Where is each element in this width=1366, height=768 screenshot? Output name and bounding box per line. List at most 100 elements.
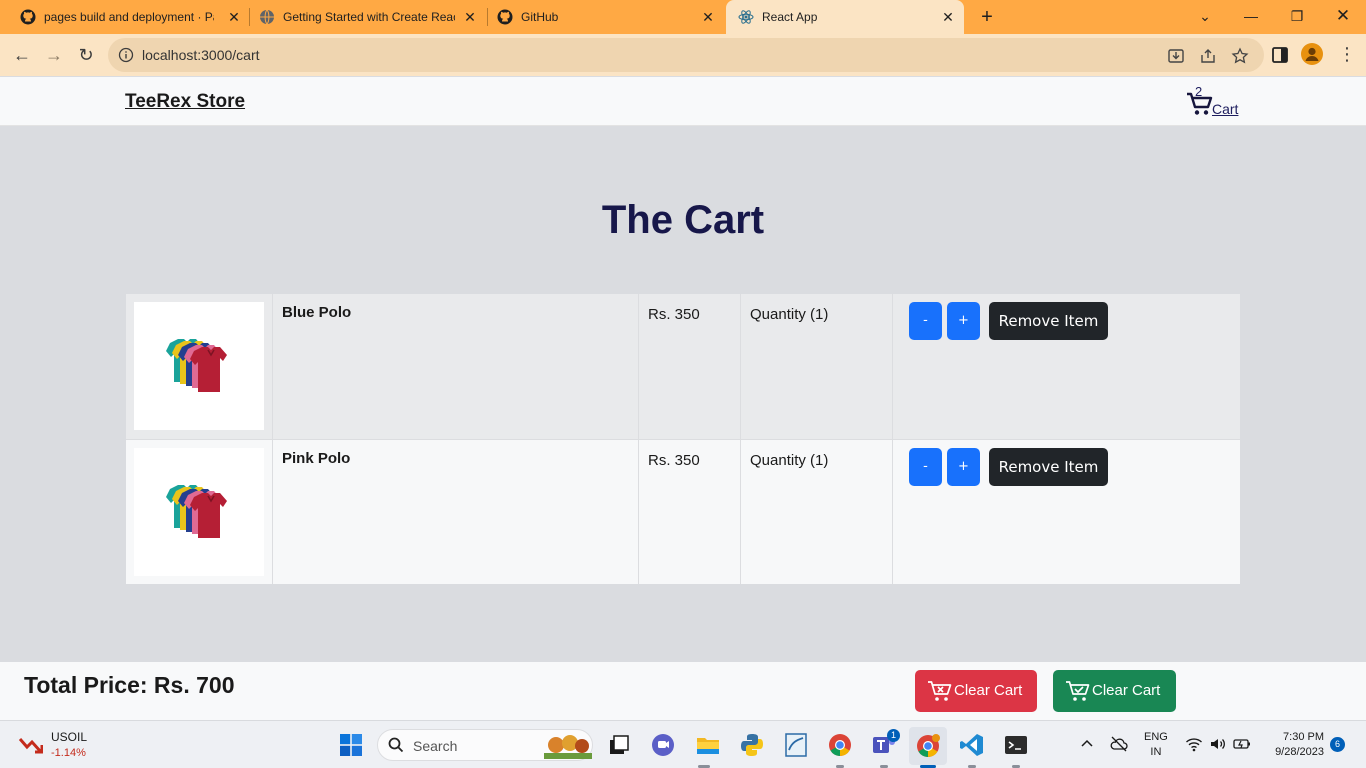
reload-icon[interactable]: ↻ xyxy=(74,43,98,67)
side-panel-icon[interactable] xyxy=(1270,45,1290,65)
terminal-icon[interactable] xyxy=(1003,732,1029,758)
tab-title: GitHub xyxy=(521,10,559,24)
cloud-offline-icon[interactable] xyxy=(1110,735,1128,753)
region-code: IN xyxy=(1150,746,1162,758)
polo-shirts-image xyxy=(166,484,227,538)
vscode-icon[interactable] xyxy=(959,732,985,758)
battery-icon[interactable] xyxy=(1233,735,1251,753)
tab-react-app[interactable]: React App ✕ xyxy=(726,0,964,34)
browser-tab-bar: pages build and deployment · Pages ✕ Get… xyxy=(0,0,1366,34)
cart-label: Cart xyxy=(1212,101,1239,117)
table-row: Pink Polo Rs. 350 Quantity (1) - + Remove … xyxy=(126,439,1240,584)
tab-github[interactable]: GitHub ✕ xyxy=(488,0,724,34)
person-icon xyxy=(1305,47,1319,61)
github-icon xyxy=(20,9,36,25)
bookmark-star-icon[interactable] xyxy=(1231,47,1249,65)
close-tab-icon[interactable]: ✕ xyxy=(700,9,716,25)
cart-icon xyxy=(1187,92,1213,115)
chrome-profile-icon xyxy=(917,734,940,757)
browser-menu-icon[interactable]: ⋮ xyxy=(1338,43,1356,67)
actions-cell: - + Remove Item xyxy=(893,439,1241,584)
checkout-label: Clear Cart xyxy=(1092,682,1161,699)
profile-avatar[interactable] xyxy=(1301,43,1323,65)
forward-arrow-icon[interactable]: → xyxy=(42,43,66,67)
windows-start-icon[interactable] xyxy=(340,734,362,756)
search-placeholder: Search xyxy=(413,738,458,754)
react-icon xyxy=(738,10,754,24)
site-navbar: TeeRex Store 2 Cart xyxy=(0,77,1366,126)
increment-button[interactable]: + xyxy=(947,302,980,340)
back-arrow-icon[interactable]: ← xyxy=(10,43,34,67)
new-tab-button[interactable]: + xyxy=(976,6,998,28)
tab-getting-started[interactable]: Getting Started with Create React App ✕ xyxy=(250,0,486,34)
decrement-button[interactable]: - xyxy=(909,447,942,486)
address-bar[interactable]: localhost:3000/cart xyxy=(108,38,1264,72)
python-icon[interactable] xyxy=(739,732,765,758)
cart-check-icon xyxy=(1066,681,1090,701)
close-tab-icon[interactable]: ✕ xyxy=(940,9,956,25)
cart-remove-icon xyxy=(928,681,952,701)
chrome-icon[interactable] xyxy=(827,732,853,758)
tab-search-chevron-icon[interactable]: ⌄ xyxy=(1192,4,1218,28)
volume-icon[interactable] xyxy=(1209,735,1227,753)
wifi-icon[interactable] xyxy=(1185,735,1203,753)
language-indicator[interactable]: ENG IN xyxy=(1144,730,1168,760)
teams-notification-badge: 1 xyxy=(887,729,900,742)
url-text: localhost:3000/cart xyxy=(142,47,260,63)
stock-change: -1.14% xyxy=(51,747,86,759)
product-price: Rs. 350 xyxy=(638,294,741,439)
site-info-icon[interactable] xyxy=(118,47,134,63)
tab-title: pages build and deployment · Pages xyxy=(44,10,214,24)
page-title: The Cart xyxy=(601,198,765,242)
cart-link[interactable]: 2 Cart xyxy=(1186,84,1246,118)
chat-icon[interactable] xyxy=(650,732,676,758)
product-image-cell xyxy=(126,294,273,439)
decrement-button[interactable]: - xyxy=(909,302,942,340)
clear-cart-button[interactable]: Clear Cart xyxy=(915,670,1037,712)
actions-cell: - + Remove Item xyxy=(893,294,1241,439)
share-icon[interactable] xyxy=(1199,47,1217,65)
tab-pages-build[interactable]: pages build and deployment · Pages ✕ xyxy=(12,0,250,34)
cart-footer: Total Price: Rs. 700 Clear Cart Clear Ca… xyxy=(0,662,1366,720)
increment-button[interactable]: + xyxy=(947,447,980,486)
table-row: Blue Polo Rs. 350 Quantity (1) - + Remove … xyxy=(126,294,1240,439)
chevron-up-icon[interactable] xyxy=(1078,735,1096,753)
product-quantity: Quantity (1) xyxy=(740,439,893,584)
chrome-profile-active-bg[interactable] xyxy=(909,727,947,765)
notification-badge[interactable]: 6 xyxy=(1330,737,1345,752)
product-name: Blue Polo xyxy=(272,294,639,439)
brand-link[interactable]: TeeRex Store xyxy=(125,91,245,113)
search-icon xyxy=(388,737,404,753)
tab-title: Getting Started with Create React App xyxy=(283,10,455,24)
task-view-icon[interactable] xyxy=(606,732,632,758)
cart-table: Blue Polo Rs. 350 Quantity (1) - + Remove … xyxy=(126,294,1240,584)
product-quantity: Quantity (1) xyxy=(740,294,893,439)
file-explorer-icon[interactable] xyxy=(695,732,721,758)
github-icon xyxy=(497,9,513,25)
maximize-button[interactable]: ❐ xyxy=(1284,4,1310,28)
checkout-button[interactable]: Clear Cart xyxy=(1053,670,1176,712)
close-window-button[interactable]: ✕ xyxy=(1330,4,1356,28)
close-tab-icon[interactable]: ✕ xyxy=(462,9,478,25)
remove-item-button[interactable]: Remove Item xyxy=(989,447,1108,486)
taskbar-search[interactable]: Search xyxy=(377,729,593,761)
system-clock[interactable]: 7:30 PM 9/28/2023 xyxy=(1262,730,1324,760)
clock-date: 9/28/2023 xyxy=(1275,746,1324,758)
stock-chart-icon[interactable] xyxy=(19,734,43,754)
total-price: Total Price: Rs. 700 xyxy=(24,672,235,698)
clear-cart-label: Clear Cart xyxy=(954,682,1023,699)
close-tab-icon[interactable]: ✕ xyxy=(226,9,242,25)
tab-title: React App xyxy=(762,10,818,24)
clock-time: 7:30 PM xyxy=(1283,731,1324,743)
install-app-icon[interactable] xyxy=(1167,47,1185,65)
product-price: Rs. 350 xyxy=(638,439,741,584)
polo-shirts-image xyxy=(166,339,227,392)
product-image xyxy=(134,447,264,576)
minimize-button[interactable]: — xyxy=(1238,4,1264,28)
product-image xyxy=(134,302,264,430)
browser-toolbar: ← → ↻ localhost:3000/cart ⋮ xyxy=(0,34,1366,76)
sql-workbench-icon[interactable] xyxy=(783,732,809,758)
remove-item-button[interactable]: Remove Item xyxy=(989,302,1108,340)
globe-icon xyxy=(260,9,274,25)
search-highlight-icon xyxy=(544,735,592,759)
